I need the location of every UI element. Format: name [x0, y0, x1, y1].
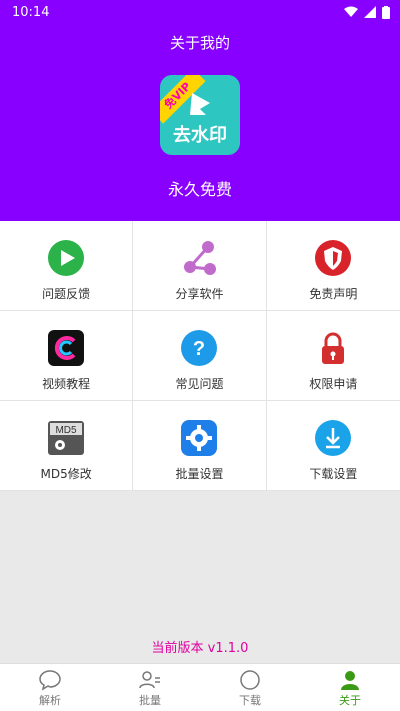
nav-label: 关于 [339, 693, 361, 707]
page-subtitle: 永久免费 [167, 180, 232, 199]
page-title: 关于我的 [169, 34, 230, 52]
grid-item-label: 视频教程 [42, 377, 91, 391]
grid-item-disclaimer[interactable]: 免责声明 [266, 221, 400, 311]
app-logo: 免VIP 去水印 [160, 75, 240, 155]
svg-text:MD5: MD5 [56, 425, 78, 436]
version-text: 当前版本 v1.1.0 [151, 641, 249, 656]
nav-item-parse[interactable]: 解析 [0, 664, 100, 711]
nav-label: 批量 [139, 693, 161, 707]
video-logo-icon [48, 330, 85, 366]
grid-item-md5[interactable]: MD5 MD5修改 [0, 401, 134, 491]
grid-item-label: 分享软件 [175, 287, 224, 301]
grid-item-faq[interactable]: ? 常见问题 [133, 311, 267, 401]
profile-header: 关于我的 免VIP 去水印 永久免费 [0, 24, 400, 221]
status-icons [344, 5, 390, 19]
md5-icon: MD5 [48, 421, 85, 455]
svg-text:?: ? [193, 338, 205, 360]
wifi-icon [344, 6, 358, 17]
status-time: 10:14 [12, 4, 50, 20]
question-icon: ? [181, 330, 218, 366]
grid-item-label: 免责声明 [309, 287, 358, 301]
nav-item-about[interactable]: 关于 [300, 664, 400, 711]
grid-item-feedback[interactable]: 问题反馈 [0, 221, 134, 311]
nav-item-batch[interactable]: 批量 [100, 664, 200, 711]
share-icon [184, 241, 217, 275]
user-icon [341, 670, 359, 690]
grid-item-batch-settings[interactable]: 批量设置 [133, 401, 267, 491]
grid-item-label: 常见问题 [175, 377, 224, 391]
download-icon [315, 420, 352, 456]
battery-icon [382, 5, 390, 19]
gear-icon [181, 420, 218, 456]
nav-label: 解析 [39, 693, 61, 707]
grid-item-label: 下载设置 [309, 467, 358, 481]
play-logo-icon [190, 93, 210, 115]
lock-icon [322, 332, 345, 364]
grid-item-label: MD5修改 [40, 467, 92, 481]
signal-icon [364, 6, 376, 18]
grid-item-label: 权限申请 [309, 377, 358, 391]
chat-icon [39, 669, 61, 691]
nav-label: 下载 [239, 693, 261, 707]
grid-item-label: 批量设置 [175, 467, 224, 481]
grid-item-download-settings[interactable]: 下载设置 [266, 401, 400, 491]
user-list-icon [139, 670, 160, 688]
shield-icon [315, 240, 352, 276]
play-icon [48, 240, 85, 276]
grid-item-share[interactable]: 分享软件 [133, 221, 267, 311]
grid-item-permissions[interactable]: 权限申请 [266, 311, 400, 401]
nav-item-download[interactable]: 下载 [200, 664, 300, 711]
bottom-nav: 解析 批量 下载 关于 [0, 663, 400, 711]
feature-grid: 问题反馈 分享软件 免责声明 视频教程 ? 常见问题 权限申请 MD5 MD5修… [0, 221, 400, 491]
grid-item-video-tutorial[interactable]: 视频教程 [0, 311, 134, 401]
app-logo-text: 去水印 [173, 125, 227, 146]
status-bar: 10:14 [0, 0, 400, 24]
compass-icon [240, 669, 260, 690]
grid-item-label: 问题反馈 [42, 287, 91, 301]
